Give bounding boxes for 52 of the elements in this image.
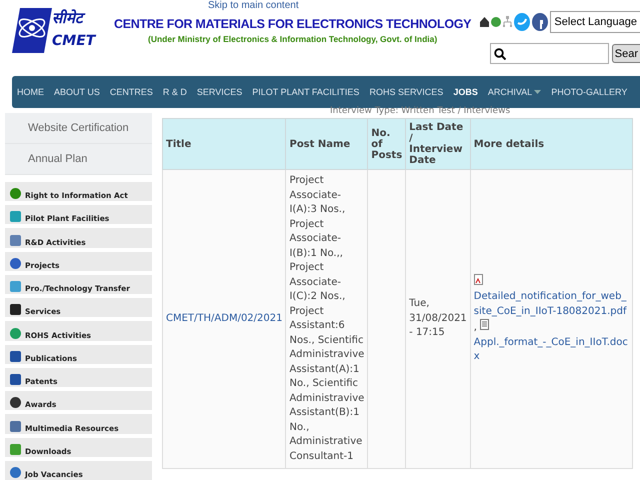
document-file-icon [480, 319, 490, 330]
logo: सीमेट CMET [12, 8, 110, 54]
nav-item[interactable]: CENTRES [104, 87, 158, 97]
menu-icon [9, 350, 22, 363]
nav-item[interactable]: R & D [158, 87, 192, 97]
site-title: CENTRE FOR MATERIALS FOR ELECTRONICS TECHNOLOGY [114, 17, 472, 31]
skip-link[interactable]: Skip to main content [208, 0, 299, 11]
column-header: More details [470, 118, 632, 170]
menu-icon [9, 420, 22, 433]
sidebar-link[interactable]: Annual Plan [5, 144, 152, 175]
nav-item[interactable]: SERVICES [192, 87, 248, 97]
nav-item[interactable]: PILOT PLANT FACILITIES [247, 87, 364, 97]
table-caption: Interview Type: Written Test / Interviews [330, 106, 510, 116]
menu-icon [9, 187, 22, 200]
language-select[interactable]: Select Language [550, 11, 640, 33]
nav-item[interactable]: ROHS SERVICES [364, 87, 448, 97]
separator-text: , [474, 322, 478, 333]
twitter-icon[interactable] [514, 13, 530, 31]
search-field[interactable] [490, 43, 609, 64]
pdf-file-icon [474, 274, 483, 284]
facebook-icon[interactable] [532, 13, 548, 31]
menu-icon [9, 442, 22, 456]
menu-icon [9, 303, 22, 316]
column-header: No. of Posts [368, 118, 406, 170]
job-title-link[interactable]: CMET/TH/ADM/02/2021 [166, 312, 282, 324]
nav-item[interactable]: ARCHIVAL [482, 87, 546, 97]
menu-icon [9, 210, 22, 224]
nav-item[interactable]: PHOTO-GALLERY [546, 87, 632, 97]
nav-item[interactable]: HOME [12, 87, 49, 97]
caret-icon [534, 90, 542, 94]
nav-item[interactable]: JOBS [448, 87, 483, 97]
table-cell: Tue, 31/08/2021 - 17:15 [406, 170, 470, 468]
search-icon [494, 48, 506, 60]
menu-icon [9, 326, 22, 340]
menu-icon [9, 234, 22, 247]
site-subtitle: (Under Ministry of Electronics & Information Technology, Govt. of India) [148, 34, 438, 44]
file-link[interactable]: Detailed_notification_for_web_site_CoE_in_IIoT-18082021.pdf [474, 290, 629, 319]
menu-icon [9, 256, 22, 270]
sidebar-link[interactable]: Website Certification [5, 113, 152, 144]
menu-icon [9, 396, 22, 410]
menu-icon [9, 373, 22, 386]
search-button[interactable]: Sear [612, 44, 640, 63]
nav-item[interactable]: ABOUT US [49, 87, 105, 97]
file-link[interactable]: Appl._format_-_CoE_in_IIoT.docx [474, 336, 629, 364]
home-icon[interactable] [480, 17, 490, 27]
sitemap-icon[interactable] [503, 16, 512, 28]
column-header: Last Date / Interview Date [406, 118, 470, 170]
column-header: Title [162, 118, 286, 170]
menu-icon [9, 280, 22, 294]
column-header: Post Name [286, 118, 368, 170]
menu-icon [9, 466, 22, 480]
table-cell: Project Associate-I(A):3 Nos., Project Associate-I(B):1 No.,, Project Associate-I(C):2 Nos., Project Assistant:6 Nos., Scientific Administravive Assistant(A):1 No., Scientific Administravive Assistant(B):1 No., Administrative Consultant-1 [286, 170, 368, 468]
